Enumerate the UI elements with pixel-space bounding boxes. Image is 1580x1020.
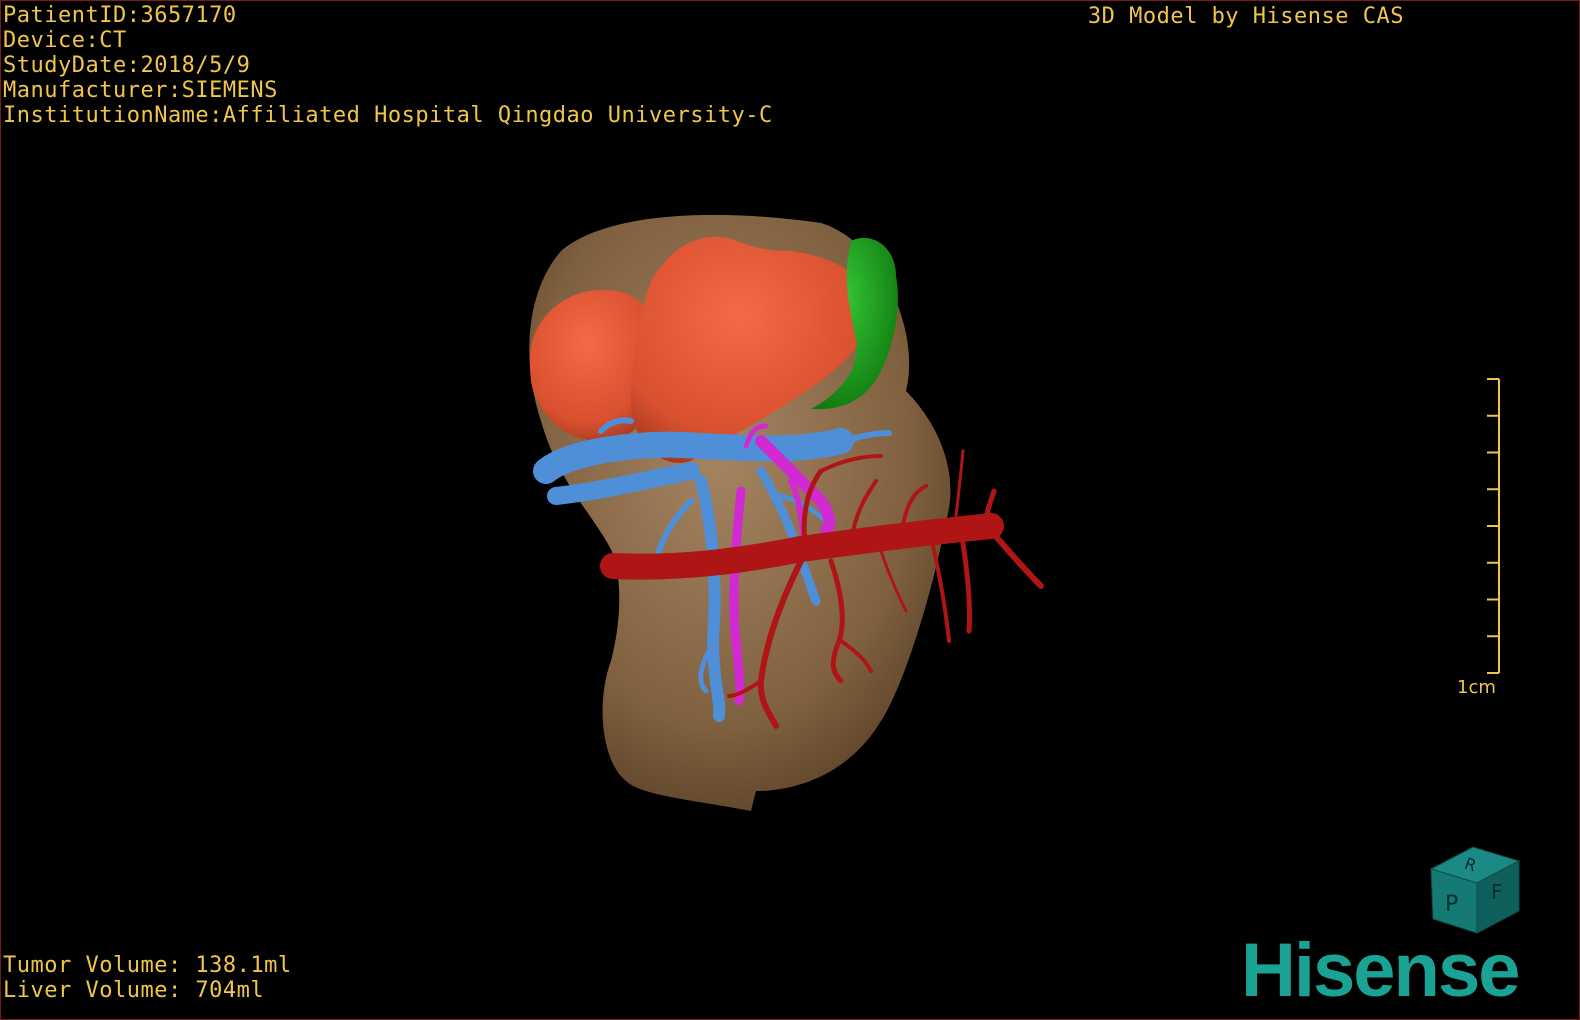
- tumor-volume-label: Tumor Volume: 138.1ml: [3, 953, 292, 978]
- cube-label-right: F: [1491, 880, 1503, 904]
- hisense-logo: Hisense: [1241, 928, 1520, 1013]
- liver-3d-model[interactable]: [1, 1, 1579, 1019]
- scale-bar: [1487, 378, 1500, 674]
- 3d-viewport[interactable]: PatientID:3657170 Device:CT StudyDate:2018…: [0, 0, 1580, 1020]
- volume-info-panel: Tumor Volume: 138.1ml Liver Volume: 704ml: [3, 953, 292, 1003]
- liver-volume-label: Liver Volume: 704ml: [3, 978, 265, 1003]
- cube-label-front: P: [1445, 892, 1458, 917]
- orientation-cube[interactable]: R P F: [1421, 839, 1531, 939]
- scale-bar-label: 1cm: [1457, 677, 1496, 698]
